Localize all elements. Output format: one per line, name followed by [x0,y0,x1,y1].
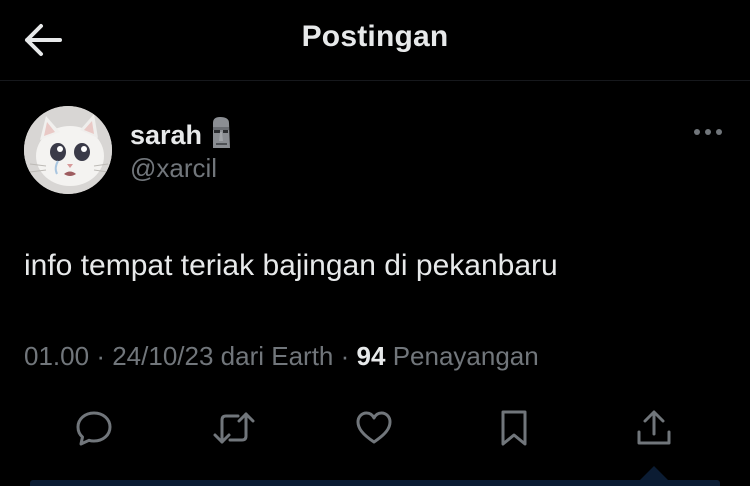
page-title: Postingan [301,20,449,53]
post-source: dari Earth [220,341,334,371]
author-handle[interactable]: @xarcil [130,153,217,184]
author-name[interactable]: sarah [130,115,234,156]
post-text: info tempat teriak bajingan di pekanbaru [24,249,558,282]
crying-cat-avatar [24,106,112,194]
heart-icon [356,411,392,444]
top-header: Postingan [0,0,750,81]
repost-button[interactable] [204,398,264,458]
post-time[interactable]: 01.00 [24,341,89,371]
avatar[interactable] [24,106,112,194]
author-name-text: sarah [130,120,203,150]
bookmark-button[interactable] [484,398,544,458]
reply-button[interactable] [64,398,124,458]
more-options-button[interactable] [690,118,726,146]
share-tooltip-pointer [640,466,668,480]
repost-icon [213,412,255,444]
action-bar [0,398,750,458]
meta-separator: · [96,341,105,371]
bottom-panel-edge [30,480,720,486]
meta-separator: · [340,341,350,371]
post-meta: 01.00 · 24/10/23 dari Earth · 94 Penayan… [24,341,539,372]
views-count[interactable]: 94 [357,341,386,371]
post-date[interactable]: 24/10/23 [112,341,213,371]
moai-emoji-icon [208,115,234,156]
like-button[interactable] [344,398,404,458]
share-icon [637,410,671,445]
more-horizontal-icon [694,129,722,135]
views-label[interactable]: Penayangan [393,341,539,371]
bookmark-icon [501,410,527,446]
reply-icon [76,411,112,446]
share-button[interactable] [624,398,684,458]
